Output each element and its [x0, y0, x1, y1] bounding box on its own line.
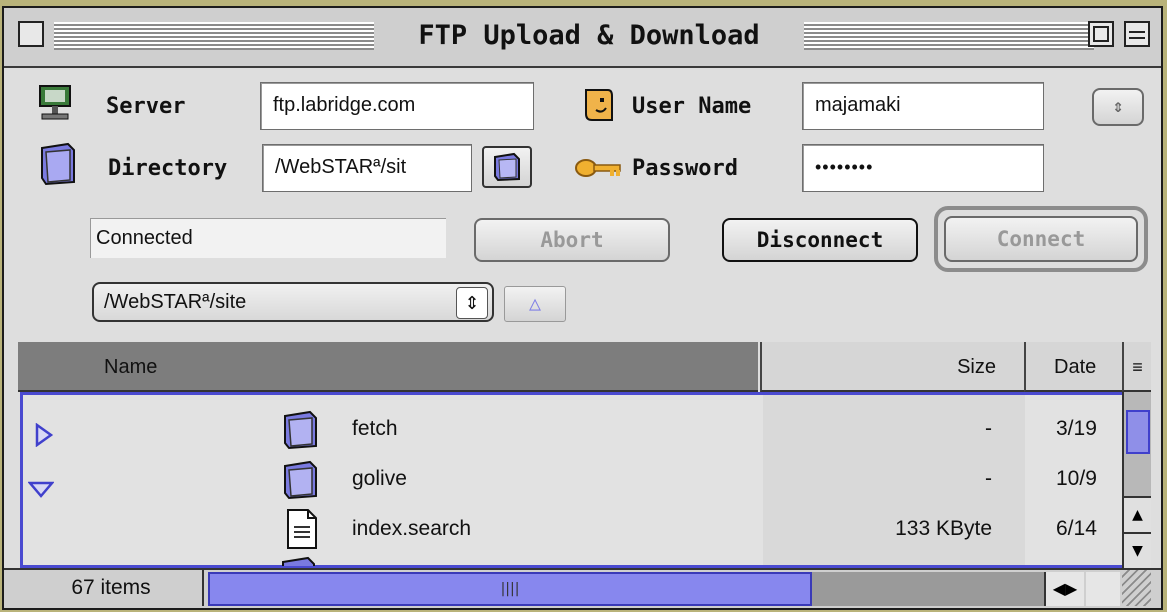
- close-box[interactable]: [18, 21, 44, 47]
- connect-button[interactable]: Connect: [944, 216, 1138, 262]
- ftp-window: FTP Upload & Download Server ftp.labridg…: [2, 6, 1163, 610]
- scroll-right-arrow-icon[interactable]: [1086, 572, 1120, 606]
- up-arrow-icon: △: [528, 291, 542, 315]
- password-field[interactable]: ••••••••: [802, 144, 1044, 192]
- title-bar[interactable]: FTP Upload & Download: [4, 8, 1161, 68]
- path-popup-menu[interactable]: /WebSTARª/site ⇕: [92, 282, 494, 322]
- sort-direction-button[interactable]: ≡: [1122, 342, 1151, 392]
- popup-arrows-icon: ⇕: [456, 287, 488, 319]
- server-icon: [36, 84, 76, 128]
- password-label: Password: [632, 156, 738, 181]
- abort-button[interactable]: Abort: [474, 218, 670, 262]
- file-date: 10/9: [1056, 467, 1097, 490]
- file-name: index.search: [352, 517, 472, 540]
- file-name: fetch: [352, 417, 398, 440]
- name-column-header[interactable]: Name: [18, 342, 758, 392]
- zoom-box[interactable]: [1088, 21, 1114, 47]
- collapse-box[interactable]: [1124, 21, 1150, 47]
- status-field: Connected: [90, 218, 446, 258]
- file-date: 3/19: [1056, 417, 1097, 440]
- username-label: User Name: [632, 94, 752, 119]
- folder-icon-partial: [280, 556, 318, 566]
- server-field[interactable]: ftp.labridge.com: [260, 82, 534, 130]
- file-name: golive: [352, 467, 407, 490]
- grip-icon: ||||: [500, 581, 520, 597]
- name-column-label: Name: [104, 356, 158, 378]
- resize-grip-icon[interactable]: [1122, 570, 1151, 606]
- window-options-button[interactable]: ⇕: [1092, 88, 1144, 126]
- user-icon: [582, 86, 616, 130]
- item-count: 67 items: [20, 570, 204, 606]
- file-size: -: [985, 467, 992, 490]
- size-column-label: Size: [957, 356, 996, 378]
- path-popup-value: /WebSTARª/site: [104, 291, 247, 313]
- file-size: 133 KByte: [895, 517, 992, 540]
- disconnect-button[interactable]: Disconnect: [722, 218, 918, 262]
- size-column-header[interactable]: Size: [760, 342, 1024, 392]
- key-icon: [574, 156, 624, 184]
- scroll-down-arrow-icon[interactable]: ▼: [1124, 532, 1151, 570]
- vertical-scroll-thumb[interactable]: [1126, 410, 1150, 454]
- scroll-up-arrow-icon[interactable]: ▲: [1124, 496, 1151, 534]
- file-date: 6/14: [1056, 517, 1097, 540]
- horizontal-scroll-thumb[interactable]: ||||: [208, 572, 812, 606]
- vertical-scrollbar[interactable]: ▲ ▼: [1122, 392, 1151, 570]
- sort-icon: ≡: [1132, 357, 1143, 377]
- list-item[interactable]: index.search 133 KByte 6/14: [22, 504, 1119, 554]
- directory-folder-icon: [38, 142, 78, 190]
- parent-directory-button[interactable]: △: [504, 286, 566, 322]
- folder-icon: [494, 152, 520, 182]
- stepper-icon: ⇕: [1112, 96, 1124, 117]
- date-column-label: Date: [1054, 356, 1097, 378]
- directory-field[interactable]: /WebSTARª/sit: [262, 144, 472, 192]
- username-field[interactable]: majamaki: [802, 82, 1044, 130]
- server-label: Server: [106, 94, 186, 119]
- file-size: -: [985, 417, 992, 440]
- list-item[interactable]: fetch - 3/19: [22, 404, 1119, 454]
- list-item[interactable]: golive - 10/9: [22, 454, 1119, 504]
- directory-label: Directory: [108, 156, 228, 181]
- window-title: FTP Upload & Download: [374, 16, 804, 56]
- browse-directory-button[interactable]: [482, 146, 532, 188]
- date-column-header[interactable]: Date: [1024, 342, 1122, 392]
- scroll-left-arrow-icon[interactable]: ◀▶: [1044, 572, 1084, 606]
- horizontal-scroll-track[interactable]: [812, 572, 1044, 606]
